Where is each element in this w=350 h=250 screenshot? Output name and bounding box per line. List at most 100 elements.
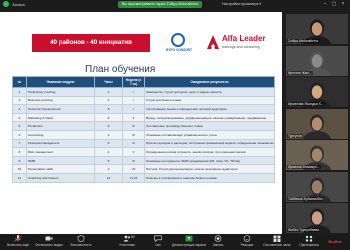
- minimize-icon[interactable]: –: [322, 1, 328, 7]
- apps-button[interactable]: Приложения: [294, 235, 324, 249]
- participants-icon: [123, 235, 131, 242]
- table-cell: Marketing & Sales: [26, 112, 95, 123]
- reactions-button[interactable]: Реакции: [232, 235, 262, 249]
- video-icon: [45, 236, 53, 241]
- toolbar-label: Реакции: [240, 243, 254, 247]
- table-cell: Тестирование рынка и определение целевой…: [144, 104, 275, 114]
- view-options-label: Настройки просмотра: [222, 2, 259, 6]
- participant-name: Иргизов Жыл...: [287, 70, 313, 75]
- table-cell: 4: [12, 112, 27, 123]
- chat-button[interactable]: Чат: [143, 235, 173, 249]
- table-cell: 5: [12, 121, 27, 131]
- training-plan-table: № Название модуля Часы Неделя (с 7-го) О…: [12, 76, 275, 183]
- table-cell: Business panning: [26, 95, 95, 106]
- share-screen-icon: [185, 235, 193, 242]
- table-row: 1 Preliminary meeting 2 I Знакомство, структ…: [12, 87, 275, 97]
- table-row: 4 Marketing & Sales 8 II Бренд, позициониров…: [12, 112, 275, 123]
- toolbar-label: Участники: [119, 243, 135, 247]
- table-row: 3 Customer Development 8 I Тестирование рынк…: [12, 104, 275, 114]
- table-cell: VI-VII: [122, 172, 145, 183]
- meeting-info[interactable]: Запись: [3, 1, 25, 7]
- table-cell: 8: [94, 104, 123, 114]
- slide-banner: 40 районов - 40 инициатив: [32, 34, 150, 52]
- table-cell: Питчинг. Структура презентации, ответы н…: [144, 164, 275, 174]
- participant-tile[interactable]: Zulfiya Abdurakhma: [286, 14, 348, 44]
- table-cell: 1: [12, 87, 27, 97]
- table-cell: 7: [12, 138, 27, 149]
- participant-name: Zulfiya Abdurakhma: [287, 39, 319, 43]
- participant-name: Ирматов Алымкул...: [287, 165, 321, 169]
- participant-tile[interactable]: Тургунов: [286, 108, 348, 139]
- table-cell: Accounting: [26, 129, 95, 140]
- leave-meeting-button[interactable]: Выйти: [323, 237, 347, 247]
- table-cell: Помощь в составлении и анализе бизнес-пл…: [144, 172, 275, 183]
- participant-tile[interactable]: Тайбеков Кубанычбек: [286, 171, 348, 202]
- participant-tile[interactable]: Иргизов Жыл...: [286, 45, 348, 76]
- table-cell: Presentation skills: [26, 164, 95, 174]
- table-cell: 2: [12, 95, 27, 106]
- table-row: 9 SMM 8 VI Основные инструменты SMM продвиже…: [12, 155, 275, 166]
- table-cell: 8: [12, 147, 27, 157]
- meeting-label: Запись: [12, 1, 26, 7]
- table-cell: Бренд, позиционирование, дифференциация,…: [144, 112, 275, 123]
- table-cell: Customer Development: [26, 104, 95, 114]
- view-options-menu[interactable]: Настройки просмотра ▾: [222, 1, 261, 8]
- table-cell: 8: [94, 112, 123, 123]
- shared-screen-slide: 40 районов - 40 инициатив BYPO CONSORT A…: [0, 12, 282, 234]
- table-cell: IV: [122, 138, 145, 149]
- table-cell: 2: [94, 129, 123, 140]
- column-header: №: [12, 76, 27, 88]
- table-cell: Определение рисков в проекте, анализ рис…: [144, 147, 275, 157]
- video-button[interactable]: Остановить видео: [34, 235, 64, 249]
- chat-icon: [154, 235, 162, 242]
- table-cell: Coaching with trainers: [26, 172, 95, 183]
- close-icon[interactable]: ×: [340, 1, 346, 7]
- table-cell: 11: [12, 172, 27, 183]
- table-cell: 2: [94, 147, 123, 157]
- table-cell: VI: [122, 155, 145, 166]
- toolbar-label: Включить звук: [7, 243, 29, 247]
- zoom-meeting-window: Запись Вы просматриваете экран Zulfiya A…: [0, 0, 350, 250]
- table-cell: 3: [12, 104, 27, 114]
- column-header: Ожидаемые результаты: [144, 76, 275, 88]
- security-button[interactable]: Безопасность: [66, 235, 96, 249]
- table-cell: 2: [94, 164, 123, 174]
- participant-tile[interactable]: Ирматов Алымкул...: [286, 140, 348, 170]
- consortium-logo: BYPO CONSORT: [162, 32, 196, 54]
- table-cell: III: [122, 121, 145, 131]
- table-cell: VII: [122, 164, 145, 174]
- table-header-row: № Название модуля Часы Неделя (с 7-го) О…: [12, 76, 275, 88]
- table-cell: Структура бизнес-плана: [144, 95, 275, 106]
- record-button[interactable]: Запись: [203, 235, 233, 249]
- participant-name: Тургунов: [287, 133, 303, 138]
- table-cell: Financial management: [26, 138, 95, 149]
- toolbar-label: Сессионные залы: [263, 243, 291, 247]
- microphone-button[interactable]: Включить звук: [3, 235, 33, 249]
- table-row: 10 Presentation skills 2 VII Питчинг. Структ…: [12, 164, 275, 174]
- chevron-down-icon: ▾: [259, 2, 262, 6]
- alfa-leader-tagline: trainings and consulting: [222, 45, 260, 49]
- toolbar-label: Чат: [155, 243, 161, 247]
- table-cell: I: [122, 104, 145, 114]
- table-cell: II: [122, 112, 145, 123]
- table-row: 11 Coaching with trainers 24 VI-VII Помощь в…: [12, 172, 275, 183]
- table-cell: Составление производственного плана: [144, 121, 275, 131]
- table-cell: 9: [12, 155, 27, 166]
- maximize-icon[interactable]: ▢: [331, 1, 337, 7]
- toolbar-label: Остановить видео: [34, 243, 64, 247]
- screen-share-status: Вы просматриваете экран Zulfiya Abdurakh…: [118, 1, 203, 8]
- toolbar-label: Запись: [212, 243, 224, 247]
- participant-tile[interactable]: Жибек Турсунбаева: [286, 203, 348, 233]
- breakout-rooms-button[interactable]: Сессионные залы: [262, 235, 292, 249]
- table-cell: Production: [26, 121, 95, 131]
- participants-button[interactable]: 52 Участники: [112, 235, 142, 249]
- table-row: 5 Production 8 III Составление производствен…: [12, 121, 275, 131]
- table-row: 7 Financial management 8 IV Прогноз доходов …: [12, 138, 275, 149]
- table-cell: 8: [94, 138, 123, 149]
- table-row: 6 Accounting 2 III Основные составляющие упр…: [12, 129, 275, 140]
- table-cell: 8: [94, 155, 123, 166]
- participant-tile[interactable]: Ирматова Жылдыз К...: [286, 77, 348, 107]
- table-cell: Знакомство, структура курса, цели и зада…: [144, 87, 275, 97]
- column-header: Название модуля: [26, 76, 95, 88]
- table-cell: Preliminary meeting: [26, 87, 95, 97]
